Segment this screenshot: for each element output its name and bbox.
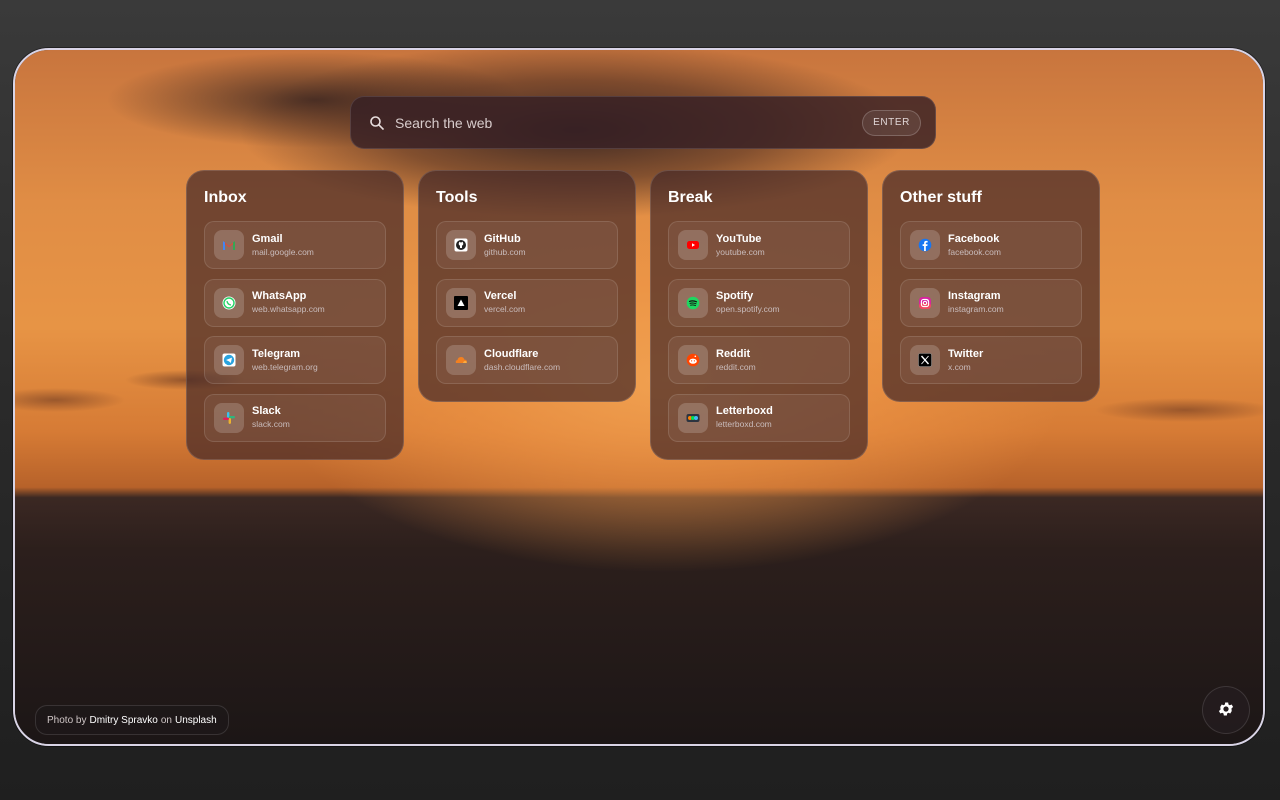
- group-tools: Tools GitHub github.com Vercel vercel.com …: [418, 170, 636, 402]
- link-github[interactable]: GitHub github.com: [436, 221, 618, 269]
- x-icon: [910, 345, 940, 375]
- cloudflare-icon: [446, 345, 476, 375]
- link-url: mail.google.com: [252, 246, 314, 257]
- link-name: GitHub: [484, 232, 521, 245]
- link-url: vercel.com: [484, 304, 526, 314]
- link-name: Twitter: [948, 347, 984, 360]
- reddit-icon: [678, 345, 708, 375]
- link-name: Cloudflare: [484, 347, 539, 360]
- youtube-icon: [678, 230, 708, 260]
- spotify-icon: [678, 287, 708, 318]
- group-title: Inbox: [204, 189, 247, 206]
- link-cloudflare[interactable]: Cloudflare dash.cloudflare.com: [436, 336, 618, 384]
- link-url: github.com: [484, 246, 526, 257]
- link-url: x.com: [948, 361, 971, 372]
- group-other-stuff: Other stuff Facebook facebook.com Instagr…: [882, 170, 1100, 402]
- search-bar[interactable]: ENTER: [350, 96, 936, 149]
- search-icon: [369, 115, 385, 131]
- link-name: Gmail: [252, 232, 283, 245]
- credit-prefix: Photo by: [47, 714, 87, 726]
- link-name: Spotify: [716, 290, 754, 302]
- settings-button[interactable]: [1202, 686, 1250, 734]
- link-facebook[interactable]: Facebook facebook.com: [900, 221, 1082, 269]
- link-name: Facebook: [948, 232, 1000, 245]
- browser-frame: ENTER Inbox Gmailmail.google.com WhatsAp…: [13, 48, 1265, 746]
- link-url: facebook.com: [948, 246, 1001, 257]
- link-name: YouTube: [716, 232, 762, 245]
- link-letterboxd[interactable]: Letterboxd letterboxd.com: [668, 393, 850, 442]
- link-slack[interactable]: Slack slack.com: [204, 393, 386, 442]
- link-url: reddit.com: [716, 361, 756, 372]
- link-spotify[interactable]: Spotify open.spotify.com: [668, 278, 850, 327]
- github-icon: [446, 230, 476, 260]
- link-youtube[interactable]: YouTube youtube.com: [668, 221, 850, 269]
- link-name: Instagram: [948, 290, 1001, 302]
- link-gmail[interactable]: Gmail mail.google.com: [204, 221, 386, 269]
- group-title: Tools: [436, 189, 478, 206]
- link-url: youtube.com: [716, 246, 765, 257]
- letterboxd-icon: [678, 402, 708, 433]
- vercel-icon: [446, 287, 476, 318]
- link-url: web.telegram.org: [252, 361, 318, 372]
- link-instagram[interactable]: Instagram instagram.com: [900, 278, 1082, 327]
- facebook-icon: [910, 230, 940, 260]
- enter-button[interactable]: ENTER: [862, 109, 921, 136]
- link-name: Letterboxd: [716, 405, 773, 417]
- link-reddit[interactable]: Reddit reddit.com: [668, 336, 850, 384]
- link-twitter[interactable]: Twitter x.com: [900, 336, 1082, 384]
- link-url: letterboxd.com: [716, 419, 772, 429]
- link-url: open.spotify.com: [716, 304, 780, 314]
- link-whatsapp[interactable]: WhatsApp web.whatsapp.com: [204, 278, 386, 327]
- photo-credit: Photo by Dmitry Spravko on Unsplash: [35, 705, 229, 735]
- credit-middle: on: [160, 714, 172, 726]
- link-vercel[interactable]: Vercel vercel.com: [436, 278, 618, 327]
- gear-icon: [1217, 700, 1235, 721]
- group-title: Other stuff: [900, 189, 982, 206]
- telegram-icon: [214, 345, 244, 375]
- link-url: slack.com: [252, 419, 290, 429]
- link-name: Reddit: [716, 347, 751, 360]
- credit-author-link[interactable]: Dmitry Spravko: [89, 715, 157, 726]
- link-url: dash.cloudflare.com: [484, 361, 561, 372]
- group-break: Break YouTube youtube.com Spotify open.spo…: [650, 170, 868, 460]
- group-inbox: Inbox Gmail mail.google.com WhatsApp web.w…: [186, 170, 404, 460]
- link-url: instagram.com: [948, 304, 1004, 314]
- whatsapp-icon: [214, 287, 244, 318]
- link-name: Telegram: [252, 347, 301, 360]
- link-telegram[interactable]: Telegram web.telegram.org: [204, 336, 386, 384]
- link-name: Slack: [252, 405, 281, 417]
- search-input[interactable]: [395, 114, 863, 131]
- instagram-icon: [910, 287, 940, 318]
- slack-icon: [214, 402, 244, 433]
- link-name: Vercel: [484, 290, 517, 302]
- link-name: WhatsApp: [252, 290, 307, 302]
- group-title: Break: [668, 189, 713, 206]
- gmail-icon: [214, 230, 244, 260]
- link-url: web.whatsapp.com: [252, 304, 325, 314]
- credit-source-link[interactable]: Unsplash: [175, 715, 217, 726]
